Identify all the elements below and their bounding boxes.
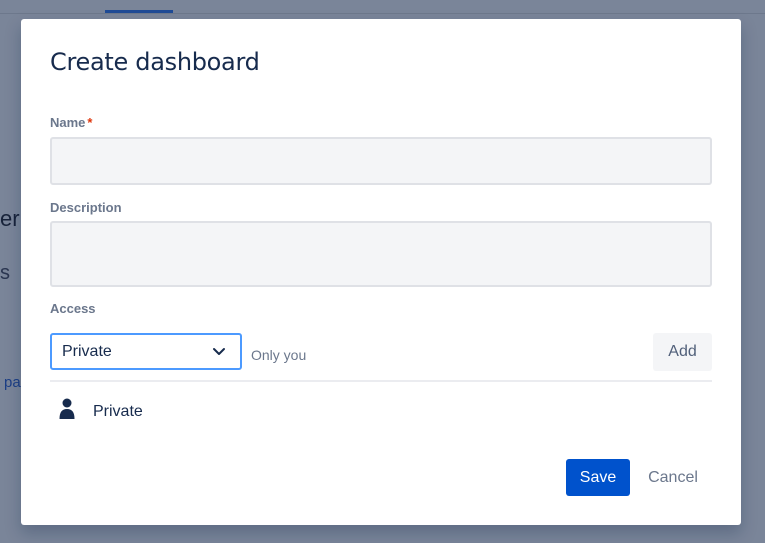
access-hint: Only you [251,347,307,363]
access-label: Access [50,301,96,316]
chevron-down-icon [213,348,225,355]
name-label: Name * [50,115,92,130]
name-input[interactable] [50,137,712,185]
dialog-title: Create dashboard [50,48,260,76]
cancel-button[interactable]: Cancel [641,459,705,496]
add-access-button[interactable]: Add [653,333,712,371]
save-button[interactable]: Save [566,459,630,496]
background-link-fragment: pa [4,374,21,391]
access-select-value: Private [62,342,112,360]
divider [50,380,712,382]
background-active-tab-indicator [105,10,173,13]
description-label: Description [50,200,122,215]
name-label-text: Name [50,115,86,130]
create-dashboard-dialog: Create dashboard Name * Description Acces… [21,19,741,525]
required-indicator: * [87,115,93,130]
access-entry-label: Private [93,403,143,420]
access-select[interactable]: Private [50,333,242,370]
description-input[interactable] [50,221,712,287]
background-text-fragment: er [0,206,20,231]
person-icon [59,398,75,419]
background-text-fragment: s [0,262,10,284]
